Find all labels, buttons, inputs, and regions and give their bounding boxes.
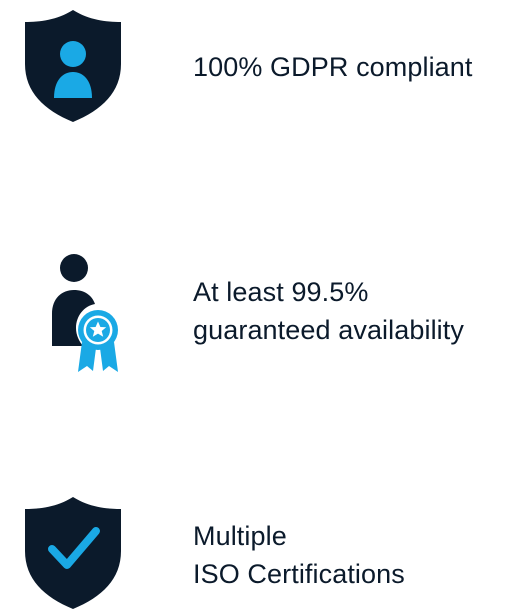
- feature-gdpr-label: 100% GDPR compliant: [193, 48, 473, 86]
- feature-gdpr-line-1: 100% GDPR compliant: [193, 52, 473, 82]
- user-award-ribbon-icon: [52, 254, 118, 372]
- feature-availability-label: At least 99.5% guaranteed availability: [193, 273, 464, 349]
- feature-availability: At least 99.5% guaranteed availability: [0, 240, 532, 380]
- feature-iso: Multiple ISO Certifications: [0, 488, 532, 609]
- feature-gdpr: 100% GDPR compliant: [0, 0, 532, 140]
- feature-iso-line-2: ISO Certifications: [193, 559, 405, 589]
- feature-iso-label: Multiple ISO Certifications: [193, 517, 405, 593]
- feature-availability-line-2: guaranteed availability: [193, 315, 464, 345]
- feature-availability-line-1: At least 99.5%: [193, 277, 369, 307]
- feature-iso-line-1: Multiple: [193, 521, 287, 551]
- shield-check-icon: [25, 497, 121, 609]
- shield-user-icon: [25, 10, 121, 122]
